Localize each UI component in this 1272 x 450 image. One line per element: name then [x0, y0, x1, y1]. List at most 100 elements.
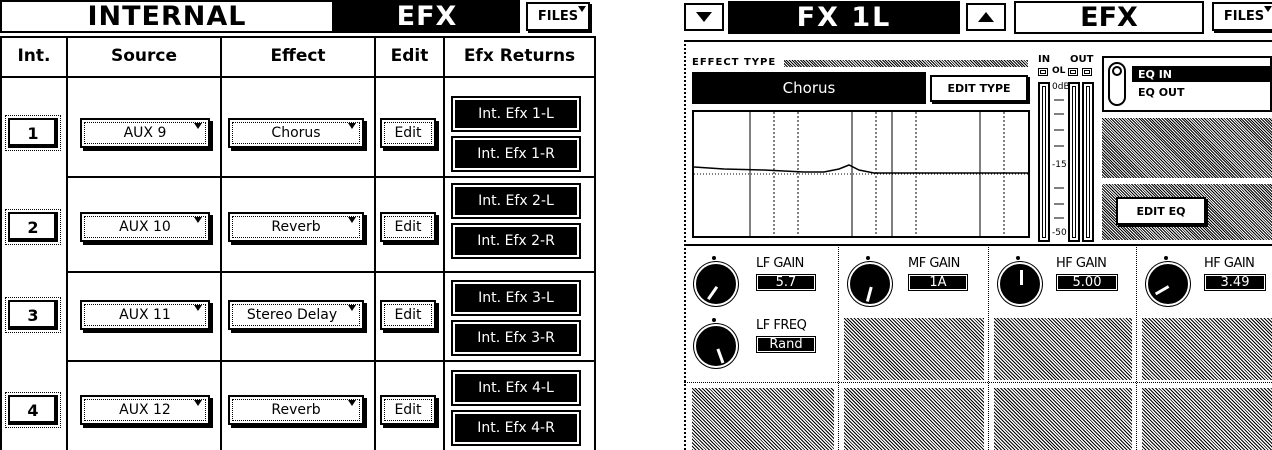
- mf-gain-knob[interactable]: [850, 264, 890, 304]
- effect-value: Reverb: [271, 402, 321, 418]
- divider: [1136, 244, 1137, 450]
- internal-tab[interactable]: INTERNAL: [0, 0, 334, 33]
- hf-gain-knob-2[interactable]: [1148, 264, 1188, 304]
- odb-label: 0dB: [1052, 82, 1070, 92]
- edit-button-1[interactable]: Edit: [380, 118, 436, 148]
- efx-return-3r[interactable]: Int. Efx 3-R: [451, 320, 581, 356]
- effect-dropdown-1[interactable]: Chorus: [228, 118, 364, 148]
- efx-return-4l[interactable]: Int. Efx 4-L: [451, 370, 581, 406]
- edit-button-2[interactable]: Edit: [380, 212, 436, 242]
- edit-button-3[interactable]: Edit: [380, 300, 436, 330]
- source-dropdown-4[interactable]: AUX 12: [80, 395, 210, 425]
- triangle-up-icon: [978, 12, 994, 22]
- row-number-1[interactable]: 1: [5, 115, 61, 151]
- mf-gain-control[interactable]: MF GAIN 1A: [848, 256, 988, 314]
- hf-gain-value-2: 3.49: [1204, 274, 1266, 291]
- source-value: AUX 11: [119, 307, 171, 323]
- files-button[interactable]: FILES: [526, 2, 590, 31]
- column-header-int: Int.: [17, 46, 51, 66]
- hf-gain-control-1[interactable]: HF GAIN 5.00: [998, 256, 1136, 314]
- row-number-4[interactable]: 4: [5, 392, 61, 428]
- effect-dropdown-3[interactable]: Stereo Delay: [228, 300, 364, 330]
- empty-slot: [692, 388, 834, 450]
- knob-center-mark: [1016, 256, 1020, 260]
- knob-center-mark: [866, 256, 870, 260]
- files-button-label: FILES: [537, 9, 579, 24]
- source-dropdown-3[interactable]: AUX 11: [80, 300, 210, 330]
- fx-next-button[interactable]: [966, 3, 1006, 31]
- divider: [684, 244, 1272, 246]
- files-button[interactable]: FILES: [1212, 2, 1272, 31]
- divider: [66, 271, 596, 273]
- edit-type-button[interactable]: EDIT TYPE: [930, 75, 1028, 102]
- edit-label: Edit: [394, 402, 422, 418]
- efx-return-1r[interactable]: Int. Efx 1-R: [451, 136, 581, 172]
- hf-gain-label-2: HF GAIN: [1204, 256, 1255, 271]
- efx-return-label: Int. Efx 1-L: [478, 106, 554, 122]
- effect-value: Reverb: [271, 219, 321, 235]
- ol-label: OL: [1052, 66, 1066, 76]
- efx-title: EFX: [1014, 1, 1204, 34]
- divider: [374, 36, 376, 450]
- efx-tab-label: EFX: [396, 1, 458, 32]
- meter-out-label: OUT: [1070, 54, 1094, 65]
- efx-return-3l[interactable]: Int. Efx 3-L: [451, 280, 581, 316]
- row-number-3[interactable]: 3: [5, 297, 61, 333]
- eq-toggle-switch[interactable]: [1108, 62, 1126, 106]
- efx-return-label: Int. Efx 2-L: [478, 193, 554, 209]
- efx-return-2r[interactable]: Int. Efx 2-R: [451, 223, 581, 259]
- lf-freq-knob[interactable]: [696, 326, 736, 366]
- effect-dropdown-4[interactable]: Reverb: [228, 395, 364, 425]
- empty-slot: [994, 388, 1132, 450]
- m50-label: -50: [1052, 228, 1067, 238]
- eq-out-option[interactable]: EQ OUT: [1132, 84, 1272, 100]
- efx-return-label: Int. Efx 4-R: [477, 420, 555, 436]
- output-meter-r: [1082, 82, 1094, 242]
- output-meter-l: [1068, 82, 1080, 242]
- hf-gain-knob-1[interactable]: [1000, 264, 1040, 304]
- row-number-2[interactable]: 2: [5, 209, 61, 245]
- lf-freq-control[interactable]: LF FREQ Rand: [694, 318, 834, 376]
- knob-center-mark: [1164, 256, 1168, 260]
- divider: [220, 36, 222, 450]
- divider: [66, 176, 596, 178]
- input-meter: [1038, 82, 1050, 242]
- edit-button-4[interactable]: Edit: [380, 395, 436, 425]
- divider: [838, 244, 839, 450]
- edit-eq-button[interactable]: EDIT EQ: [1116, 197, 1206, 225]
- dropdown-arrow-icon: [348, 305, 356, 311]
- source-dropdown-1[interactable]: AUX 9: [80, 118, 210, 148]
- out-clip-led-l: [1068, 68, 1078, 76]
- efx-return-1l[interactable]: Int. Efx 1-L: [451, 96, 581, 132]
- fx-prev-button[interactable]: [684, 3, 724, 31]
- lf-gain-knob[interactable]: [696, 264, 736, 304]
- effect-value: Stereo Delay: [246, 307, 338, 323]
- efx-return-label: Int. Efx 3-L: [478, 290, 554, 306]
- efx-tab[interactable]: EFX: [334, 0, 520, 33]
- effect-dropdown-2[interactable]: Reverb: [228, 212, 364, 242]
- column-header-source: Source: [110, 46, 178, 66]
- source-value: AUX 9: [123, 125, 167, 141]
- efx-return-4r[interactable]: Int. Efx 4-R: [451, 410, 581, 446]
- knob-center-mark: [712, 256, 716, 260]
- edit-type-label: EDIT TYPE: [947, 82, 1011, 95]
- efx-return-2l[interactable]: Int. Efx 2-L: [451, 183, 581, 219]
- hf-gain-control-2[interactable]: HF GAIN 3.49: [1146, 256, 1272, 314]
- fx-name-title: FX 1L: [728, 1, 960, 34]
- mf-gain-value: 1A: [908, 274, 968, 291]
- divider: [66, 36, 68, 450]
- edit-label: Edit: [394, 125, 422, 141]
- empty-slot: [1142, 318, 1272, 380]
- column-header-effect: Effect: [270, 46, 326, 66]
- divider: [443, 36, 445, 450]
- m15-label: -15: [1052, 160, 1067, 170]
- divider: [594, 36, 596, 450]
- source-dropdown-2[interactable]: AUX 10: [80, 212, 210, 242]
- lf-gain-control[interactable]: LF GAIN 5.7: [694, 256, 834, 314]
- divider: [684, 382, 1272, 383]
- lf-freq-label: LF FREQ: [756, 318, 807, 333]
- internal-efx-panel: INTERNAL EFX FILES Int. Source Effect Ed…: [0, 0, 596, 450]
- eq-in-option[interactable]: EQ IN: [1132, 66, 1272, 82]
- meter-in-label: IN: [1038, 54, 1051, 65]
- effect-type-display[interactable]: Chorus: [692, 72, 926, 104]
